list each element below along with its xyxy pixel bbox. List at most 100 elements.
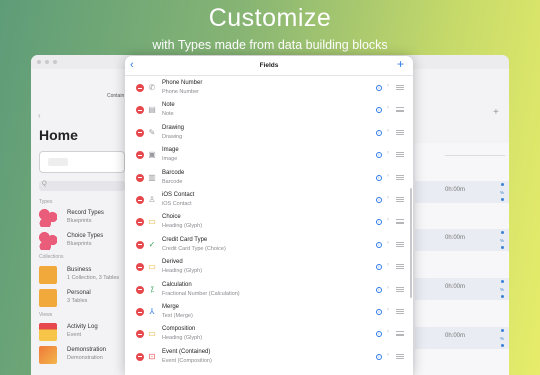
info-icon[interactable]: i	[376, 219, 382, 226]
section-types: Types	[39, 199, 53, 205]
field-row[interactable]: ▭ Derived Heading (Glyph) i ›	[125, 256, 413, 278]
field-row[interactable]: ✎ Drawing Drawing i ›	[125, 122, 413, 144]
delete-icon[interactable]	[136, 173, 144, 182]
note-icon: ▤	[148, 105, 156, 115]
info-icon[interactable]: i	[376, 331, 382, 338]
field-name: iOS Contact	[162, 192, 195, 198]
field-name: Composition	[162, 326, 196, 333]
reorder-handle-icon[interactable]	[396, 286, 404, 292]
section-collections: Collections	[39, 254, 64, 260]
delete-icon[interactable]	[136, 196, 144, 204]
info-icon[interactable]: i	[376, 129, 382, 136]
chevron-right-icon[interactable]: ›	[387, 128, 389, 134]
delete-icon[interactable]	[136, 240, 144, 249]
pink-dots-icon	[39, 209, 57, 227]
reorder-handle-icon[interactable]	[396, 353, 404, 359]
reorder-handle-icon[interactable]	[396, 264, 404, 270]
delete-icon[interactable]	[136, 218, 144, 227]
field-name: Event (Contained)	[162, 348, 211, 355]
delete-icon[interactable]	[136, 263, 144, 272]
table-row[interactable]: 0h:00m %	[415, 181, 509, 203]
chevron-right-icon[interactable]: ›	[387, 307, 389, 313]
field-row[interactable]: ✓ Credit Card Type Credit Card Type (Choic…	[125, 234, 413, 256]
delete-icon[interactable]	[136, 352, 144, 361]
field-type: Heading (Glyph)	[162, 268, 203, 275]
field-row[interactable]: ♙ iOS Contact iOS Contact i ›	[125, 189, 413, 211]
chevron-right-icon[interactable]: ›	[387, 83, 389, 89]
chevron-right-icon[interactable]: ›	[387, 329, 389, 335]
chevron-right-icon[interactable]: ›	[387, 285, 389, 291]
chevron-right-icon[interactable]: ›	[387, 352, 389, 358]
list-item[interactable]: Personal 3 Tables	[39, 287, 129, 309]
table-row[interactable]: 0h:00m %	[415, 278, 509, 300]
back-icon[interactable]: ‹	[38, 111, 41, 120]
info-icon[interactable]: i	[376, 174, 382, 181]
list-item-title: Personal	[67, 290, 91, 296]
reorder-handle-icon[interactable]	[396, 219, 404, 225]
field-row[interactable]: ▣ Image Image i ›	[125, 144, 413, 166]
field-row[interactable]: ▭ Composition Heading (Glyph) i ›	[125, 323, 413, 345]
reorder-handle-icon[interactable]	[396, 85, 404, 90]
field-row[interactable]: ▥ Barcode Barcode i ›	[125, 167, 413, 189]
search-input[interactable]: Q	[39, 181, 125, 191]
field-type: Image	[162, 156, 178, 163]
info-icon[interactable]: i	[376, 241, 382, 248]
add-icon[interactable]: +	[493, 107, 499, 118]
field-row[interactable]: ⊡ Event (Contained) Event (Composition) i ›	[125, 346, 413, 368]
info-icon[interactable]: i	[376, 107, 382, 114]
list-item[interactable]: Record Types Blueprints	[39, 207, 129, 229]
plus-icon[interactable]: +	[397, 57, 404, 71]
field-row[interactable]: ▭ Choice Heading (Glyph) i ›	[125, 211, 413, 233]
field-type: Phone Number	[162, 89, 199, 95]
reorder-handle-icon[interactable]	[396, 174, 404, 180]
chevron-right-icon[interactable]: ›	[387, 217, 389, 223]
info-icon[interactable]: i	[376, 286, 382, 293]
info-icon[interactable]: i	[376, 264, 382, 271]
chevron-right-icon[interactable]: ›	[387, 262, 389, 268]
delete-icon[interactable]	[136, 128, 144, 137]
delete-icon[interactable]	[136, 330, 144, 339]
reorder-handle-icon[interactable]	[396, 309, 404, 314]
table-row[interactable]: 0h:00m %	[415, 229, 509, 251]
field-row[interactable]: ▤ Note Note i ›	[125, 99, 413, 121]
chevron-right-icon[interactable]: ›	[387, 173, 389, 179]
reorder-handle-icon[interactable]	[396, 197, 404, 202]
delete-icon[interactable]	[136, 308, 144, 316]
field-type: Heading (Glyph)	[162, 335, 203, 342]
field-type: Text (Merge)	[162, 313, 193, 319]
home-card[interactable]	[39, 151, 125, 173]
field-row[interactable]: ✆ Phone Number Phone Number i ›	[125, 77, 413, 99]
chevron-right-icon[interactable]: ›	[387, 195, 389, 201]
field-row[interactable]: ⁒ Calculation Fractional Number (Calculati…	[125, 279, 413, 301]
scrollbar[interactable]	[410, 188, 412, 298]
list-item[interactable]: Demonstration Demonstration	[39, 344, 129, 366]
reorder-handle-icon[interactable]	[396, 241, 404, 247]
calendar-icon	[39, 323, 57, 341]
delete-icon[interactable]	[136, 106, 144, 115]
chevron-right-icon[interactable]: ›	[387, 150, 389, 156]
table-row[interactable]: 0h:00m %	[415, 327, 509, 349]
list-item[interactable]: Choice Types Blueprints	[39, 230, 129, 252]
window-controls[interactable]	[37, 60, 57, 64]
reorder-handle-icon[interactable]	[396, 152, 404, 158]
card-placeholder	[48, 158, 68, 166]
reorder-handle-icon[interactable]	[396, 107, 404, 113]
info-icon[interactable]: i	[376, 309, 382, 315]
duration-text: 0h:00m	[445, 333, 466, 339]
delete-icon[interactable]	[136, 285, 144, 294]
chevron-right-icon[interactable]: ›	[387, 240, 389, 246]
info-icon[interactable]: i	[376, 197, 382, 203]
contain-label: Contain	[107, 93, 125, 99]
info-icon[interactable]: i	[376, 353, 382, 360]
delete-icon[interactable]	[136, 151, 144, 160]
chevron-right-icon[interactable]: ›	[387, 105, 389, 111]
list-item[interactable]: Business 1 Collection, 3 Tables	[39, 264, 129, 286]
sheet-title: Fields	[259, 62, 279, 69]
reorder-handle-icon[interactable]	[396, 331, 404, 337]
info-icon[interactable]: i	[376, 85, 382, 91]
info-icon[interactable]: i	[376, 152, 382, 159]
delete-icon[interactable]	[136, 84, 144, 92]
reorder-handle-icon[interactable]	[396, 129, 404, 135]
list-item[interactable]: Activity Log Event	[39, 321, 129, 343]
field-row[interactable]: ⅄ Merge Text (Merge) i ›	[125, 301, 413, 323]
